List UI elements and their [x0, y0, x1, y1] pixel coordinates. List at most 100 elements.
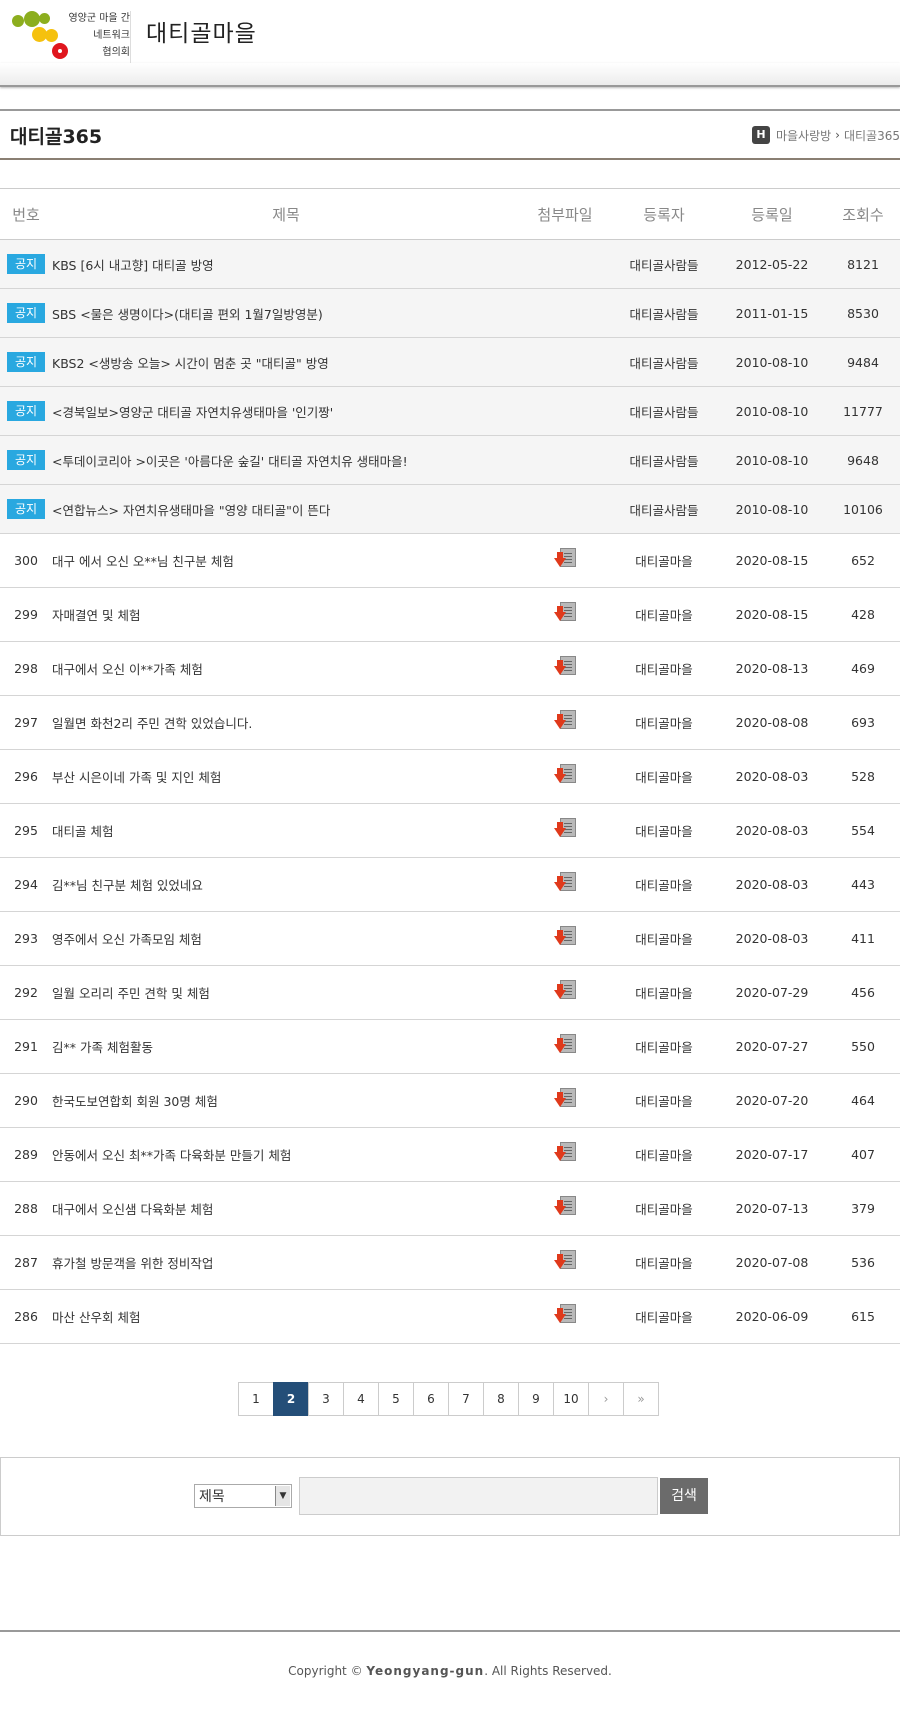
post-views: 407	[826, 1127, 900, 1182]
attachment-download-icon[interactable]	[554, 1196, 576, 1218]
post-author: 대티골마을	[610, 749, 718, 804]
post-subject[interactable]: 김**님 친구분 체험 있었네요	[52, 857, 520, 912]
post-subject[interactable]: 한국도보연합회 회원 30명 체험	[52, 1073, 520, 1128]
notice-subject[interactable]: <경북일보>영양군 대티골 자연치유생태마을 '인기짱'	[52, 386, 520, 436]
attachment-download-icon[interactable]	[554, 548, 576, 570]
table-row[interactable]: 289 안동에서 오신 최**가족 다육화분 만들기 체험 대티골마을 2020-07…	[0, 1127, 900, 1182]
notice-subject[interactable]: <투데이코리아 >이곳은 '아름다운 숲길' 대티골 자연치유 생태마을!	[52, 435, 520, 485]
page-1-link[interactable]: 1	[238, 1382, 274, 1416]
table-row[interactable]: 291 김** 가족 체험활동 대티골마을 2020-07-27 550	[0, 1019, 900, 1074]
post-subject[interactable]: 부산 시은이네 가족 및 지인 체험	[52, 749, 520, 804]
table-row[interactable]: 290 한국도보연합회 회원 30명 체험 대티골마을 2020-07-20 464	[0, 1073, 900, 1128]
attachment-download-icon[interactable]	[554, 710, 576, 732]
file-cell	[520, 857, 610, 912]
notice-subject[interactable]: SBS <물은 생명이다>(대티골 편외 1월7일방영분)	[52, 288, 520, 338]
search-field-select[interactable]: 제목 ▼	[194, 1484, 292, 1508]
breadcrumb-current[interactable]: 대티골365	[844, 127, 900, 144]
post-subject[interactable]: 휴가철 방문객을 위한 정비작업	[52, 1235, 520, 1290]
post-author: 대티골마을	[610, 587, 718, 642]
table-row[interactable]: 299 자매결연 및 체험 대티골마을 2020-08-15 428	[0, 587, 900, 642]
chevron-down-icon[interactable]: ▼	[275, 1486, 290, 1506]
post-subject[interactable]: 자매결연 및 체험	[52, 587, 520, 642]
table-row[interactable]: 300 대구 에서 오신 오**님 친구분 체험 대티골마을 2020-08-15 65…	[0, 533, 900, 588]
table-row[interactable]: 298 대구에서 오신 이**가족 체험 대티골마을 2020-08-13 469	[0, 641, 900, 696]
post-subject[interactable]: 마산 산우회 체험	[52, 1289, 520, 1344]
logo-line-1: 영양군 마을 간	[68, 13, 130, 24]
post-subject[interactable]: 일월면 화천2리 주민 견학 있었습니다.	[52, 695, 520, 750]
home-icon[interactable]: H	[751, 126, 770, 144]
post-views: 464	[826, 1073, 900, 1128]
page-4-link[interactable]: 4	[343, 1382, 379, 1416]
page-5-link[interactable]: 5	[378, 1382, 414, 1416]
notice-row[interactable]: 공지 <투데이코리아 >이곳은 '아름다운 숲길' 대티골 자연치유 생태마을! 대…	[0, 435, 900, 485]
table-row[interactable]: 287 휴가철 방문객을 위한 정비작업 대티골마을 2020-07-08 536	[0, 1235, 900, 1290]
page-10-link[interactable]: 10	[553, 1382, 589, 1416]
page-9-link[interactable]: 9	[518, 1382, 554, 1416]
file-cell	[520, 386, 610, 436]
post-subject[interactable]: 영주에서 오신 가족모임 체험	[52, 911, 520, 966]
site-name[interactable]: 대티골마을	[146, 14, 257, 48]
notice-row[interactable]: 공지 <경북일보>영양군 대티골 자연치유생태마을 '인기짱' 대티골사람들 2010…	[0, 386, 900, 436]
post-subject[interactable]: 대구 에서 오신 오**님 친구분 체험	[52, 533, 520, 588]
page-3-link[interactable]: 3	[308, 1382, 344, 1416]
post-subject[interactable]: 안동에서 오신 최**가족 다육화분 만들기 체험	[52, 1127, 520, 1182]
notice-views: 9484	[826, 337, 900, 387]
attachment-download-icon[interactable]	[554, 656, 576, 678]
notice-badge: 공지	[7, 450, 45, 470]
post-subject[interactable]: 일월 오리리 주민 견학 및 체험	[52, 965, 520, 1020]
file-cell	[520, 803, 610, 858]
notice-author: 대티골사람들	[610, 239, 718, 289]
last-page-icon[interactable]: »	[623, 1382, 659, 1416]
page-7-link[interactable]: 7	[448, 1382, 484, 1416]
table-row[interactable]: 296 부산 시은이네 가족 및 지인 체험 대티골마을 2020-08-03 528	[0, 749, 900, 804]
table-row[interactable]: 295 대티골 체험 대티골마을 2020-08-03 554	[0, 803, 900, 858]
notice-row[interactable]: 공지 SBS <물은 생명이다>(대티골 편외 1월7일방영분) 대티골사람들 201…	[0, 288, 900, 338]
file-cell	[520, 288, 610, 338]
post-subject[interactable]: 대구에서 오신 이**가족 체험	[52, 641, 520, 696]
post-date: 2020-07-08	[718, 1235, 826, 1290]
notice-row[interactable]: 공지 KBS [6시 내고향] 대티골 방영 대티골사람들 2012-05-22 812…	[0, 239, 900, 289]
file-cell	[520, 484, 610, 534]
notice-subject[interactable]: KBS [6시 내고향] 대티골 방영	[52, 239, 520, 289]
notice-row[interactable]: 공지 KBS2 <생방송 오늘> 시간이 멈춘 곳 "대티골" 방영 대티골사람들 2…	[0, 337, 900, 387]
attachment-download-icon[interactable]	[554, 926, 576, 948]
attachment-download-icon[interactable]	[554, 764, 576, 786]
board-table: 번호 제목 첨부파일 등록자 등록일 조회수 공지 KBS [6시 내고향] 대티…	[0, 188, 900, 1344]
attachment-download-icon[interactable]	[554, 1088, 576, 1110]
page-6-link[interactable]: 6	[413, 1382, 449, 1416]
notice-row[interactable]: 공지 <연합뉴스> 자연치유생태마을 "영양 대티골"이 뜬다 대티골사람들 2010…	[0, 484, 900, 534]
table-row[interactable]: 297 일월면 화천2리 주민 견학 있었습니다. 대티골마을 2020-08-08 6…	[0, 695, 900, 750]
file-cell	[520, 749, 610, 804]
page-2-link[interactable]: 2	[273, 1382, 309, 1416]
attachment-download-icon[interactable]	[554, 602, 576, 624]
table-row[interactable]: 293 영주에서 오신 가족모임 체험 대티골마을 2020-08-03 411	[0, 911, 900, 966]
notice-subject[interactable]: <연합뉴스> 자연치유생태마을 "영양 대티골"이 뜬다	[52, 484, 520, 534]
next-page-icon[interactable]: ›	[588, 1382, 624, 1416]
post-subject[interactable]: 김** 가족 체험활동	[52, 1019, 520, 1074]
post-num: 300	[0, 533, 52, 588]
table-row[interactable]: 288 대구에서 오신샘 다육화분 체험 대티골마을 2020-07-13 379	[0, 1181, 900, 1236]
search-input[interactable]	[299, 1477, 658, 1515]
attachment-download-icon[interactable]	[554, 818, 576, 840]
attachment-download-icon[interactable]	[554, 1304, 576, 1326]
post-views: 411	[826, 911, 900, 966]
notice-author: 대티골사람들	[610, 386, 718, 436]
search-button[interactable]: 검색	[660, 1478, 708, 1514]
post-subject[interactable]: 대구에서 오신샘 다육화분 체험	[52, 1181, 520, 1236]
table-row[interactable]: 286 마산 산우회 체험 대티골마을 2020-06-09 615	[0, 1289, 900, 1344]
attachment-download-icon[interactable]	[554, 872, 576, 894]
table-row[interactable]: 294 김**님 친구분 체험 있었네요 대티골마을 2020-08-03 443	[0, 857, 900, 912]
page-title: 대티골365	[10, 126, 103, 148]
notice-subject[interactable]: KBS2 <생방송 오늘> 시간이 멈춘 곳 "대티골" 방영	[52, 337, 520, 387]
attachment-download-icon[interactable]	[554, 980, 576, 1002]
table-row[interactable]: 292 일월 오리리 주민 견학 및 체험 대티골마을 2020-07-29 456	[0, 965, 900, 1020]
attachment-download-icon[interactable]	[554, 1250, 576, 1272]
attachment-download-icon[interactable]	[554, 1142, 576, 1164]
col-author: 등록자	[610, 188, 718, 240]
breadcrumb-parent[interactable]: 마을사랑방	[776, 127, 831, 144]
attachment-download-icon[interactable]	[554, 1034, 576, 1056]
post-subject[interactable]: 대티골 체험	[52, 803, 520, 858]
page-8-link[interactable]: 8	[483, 1382, 519, 1416]
breadcrumb: H 마을사랑방 › 대티골365	[751, 126, 900, 144]
notice-date: 2010-08-10	[718, 386, 826, 436]
